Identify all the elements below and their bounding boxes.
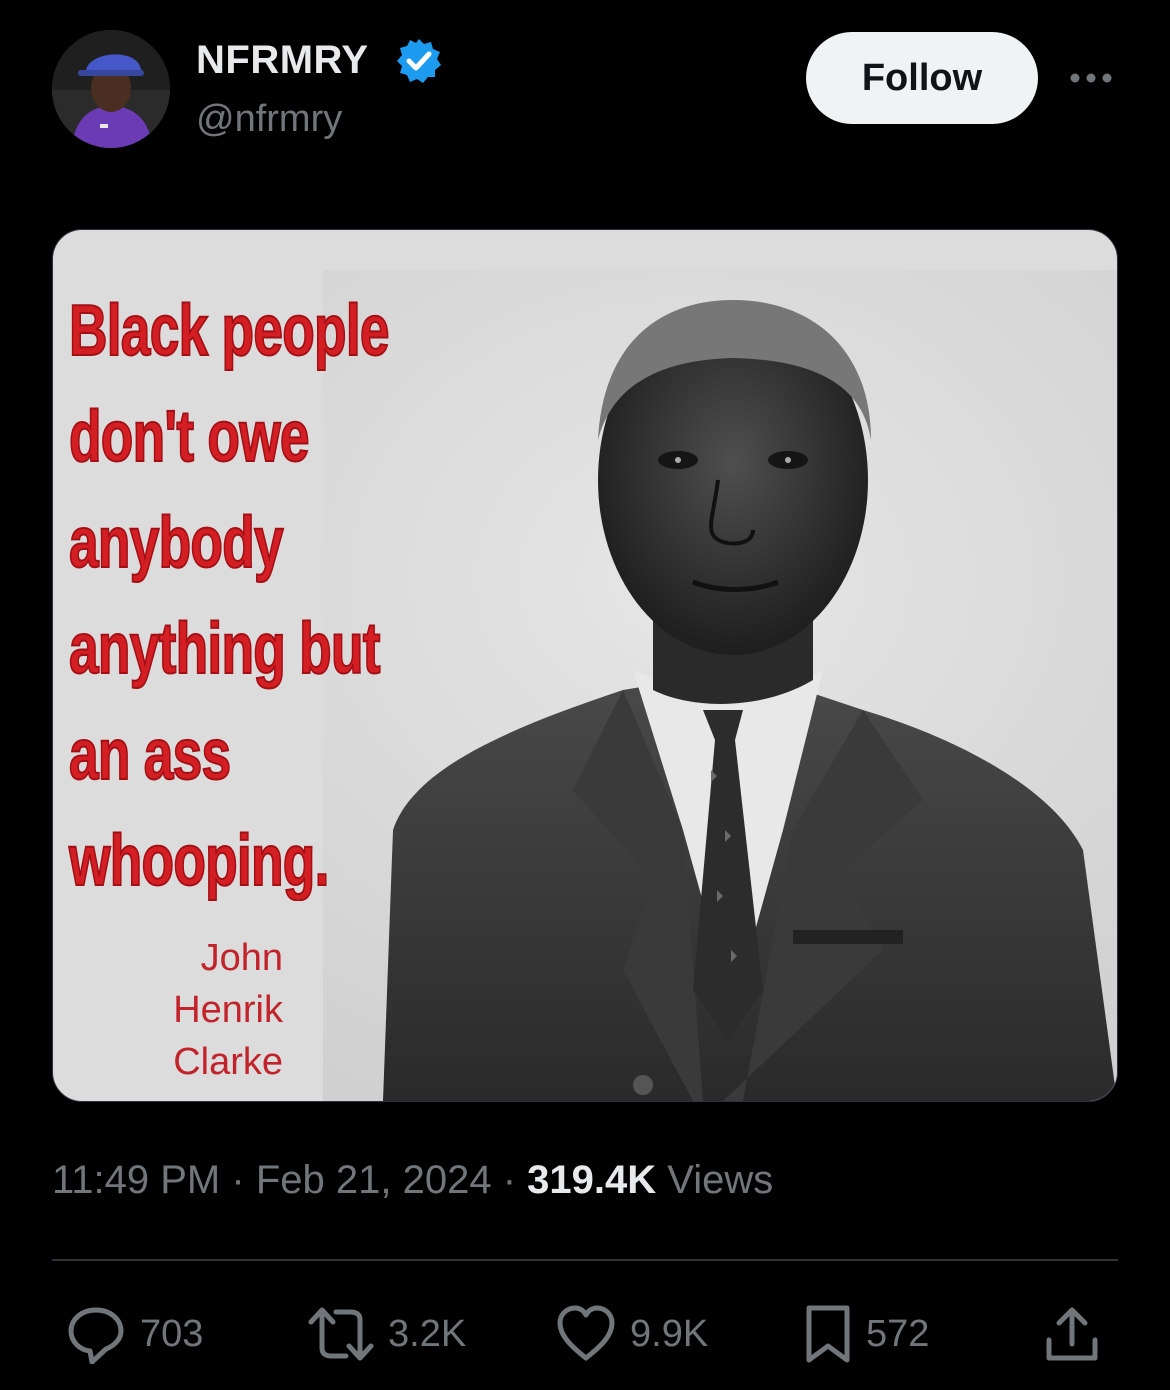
heart-icon xyxy=(557,1305,615,1361)
share-button[interactable] xyxy=(1044,1302,1100,1366)
tweet-meta: 11:49 PM · Feb 21, 2024 · 319.4K Views xyxy=(52,1158,773,1203)
quote-line: anything but xyxy=(68,608,381,690)
repost-count: 3.2K xyxy=(388,1312,467,1355)
avatar[interactable] xyxy=(52,30,170,148)
reply-button[interactable]: 703 xyxy=(66,1302,203,1366)
quote-line: whooping. xyxy=(68,820,330,902)
quote-line: an ass xyxy=(68,714,232,796)
tweet-date[interactable]: Feb 21, 2024 xyxy=(256,1158,492,1202)
reply-count: 703 xyxy=(140,1312,204,1355)
divider xyxy=(52,1259,1118,1261)
portrait-image xyxy=(323,270,1117,1101)
like-count: 9.9K xyxy=(630,1312,709,1355)
attribution-line: Clarke xyxy=(173,1041,283,1083)
verified-badge-icon xyxy=(397,39,441,83)
quote-attribution: John Henrik Clarke xyxy=(173,932,283,1088)
display-name[interactable]: NFRMRY xyxy=(196,38,369,83)
views-label[interactable]: Views xyxy=(667,1158,773,1202)
quote-text: Black people don't owe anybody anything … xyxy=(68,278,390,914)
share-icon xyxy=(1046,1307,1098,1361)
reply-icon xyxy=(68,1307,124,1364)
views-count[interactable]: 319.4K xyxy=(527,1158,656,1202)
bookmark-icon xyxy=(806,1305,850,1363)
quote-line: Black people xyxy=(68,290,390,372)
attribution-line: Henrik xyxy=(173,989,283,1031)
quote-line: don't owe xyxy=(68,396,310,478)
meta-separator: · xyxy=(231,1158,245,1202)
more-options-icon[interactable] xyxy=(1068,70,1114,86)
bookmark-button[interactable]: 572 xyxy=(804,1302,929,1366)
user-handle[interactable]: @nfrmry xyxy=(196,98,342,141)
repost-icon xyxy=(308,1307,374,1361)
quote-line: anybody xyxy=(68,502,284,584)
tweet-time[interactable]: 11:49 PM xyxy=(52,1158,220,1202)
bookmark-count: 572 xyxy=(866,1312,930,1355)
meta-separator: · xyxy=(502,1158,517,1202)
follow-button[interactable]: Follow xyxy=(806,32,1038,124)
like-button[interactable]: 9.9K xyxy=(556,1302,708,1366)
tweet-image[interactable]: Black people don't owe anybody anything … xyxy=(52,229,1118,1102)
repost-button[interactable]: 3.2K xyxy=(308,1302,466,1366)
attribution-line: John xyxy=(200,937,283,979)
